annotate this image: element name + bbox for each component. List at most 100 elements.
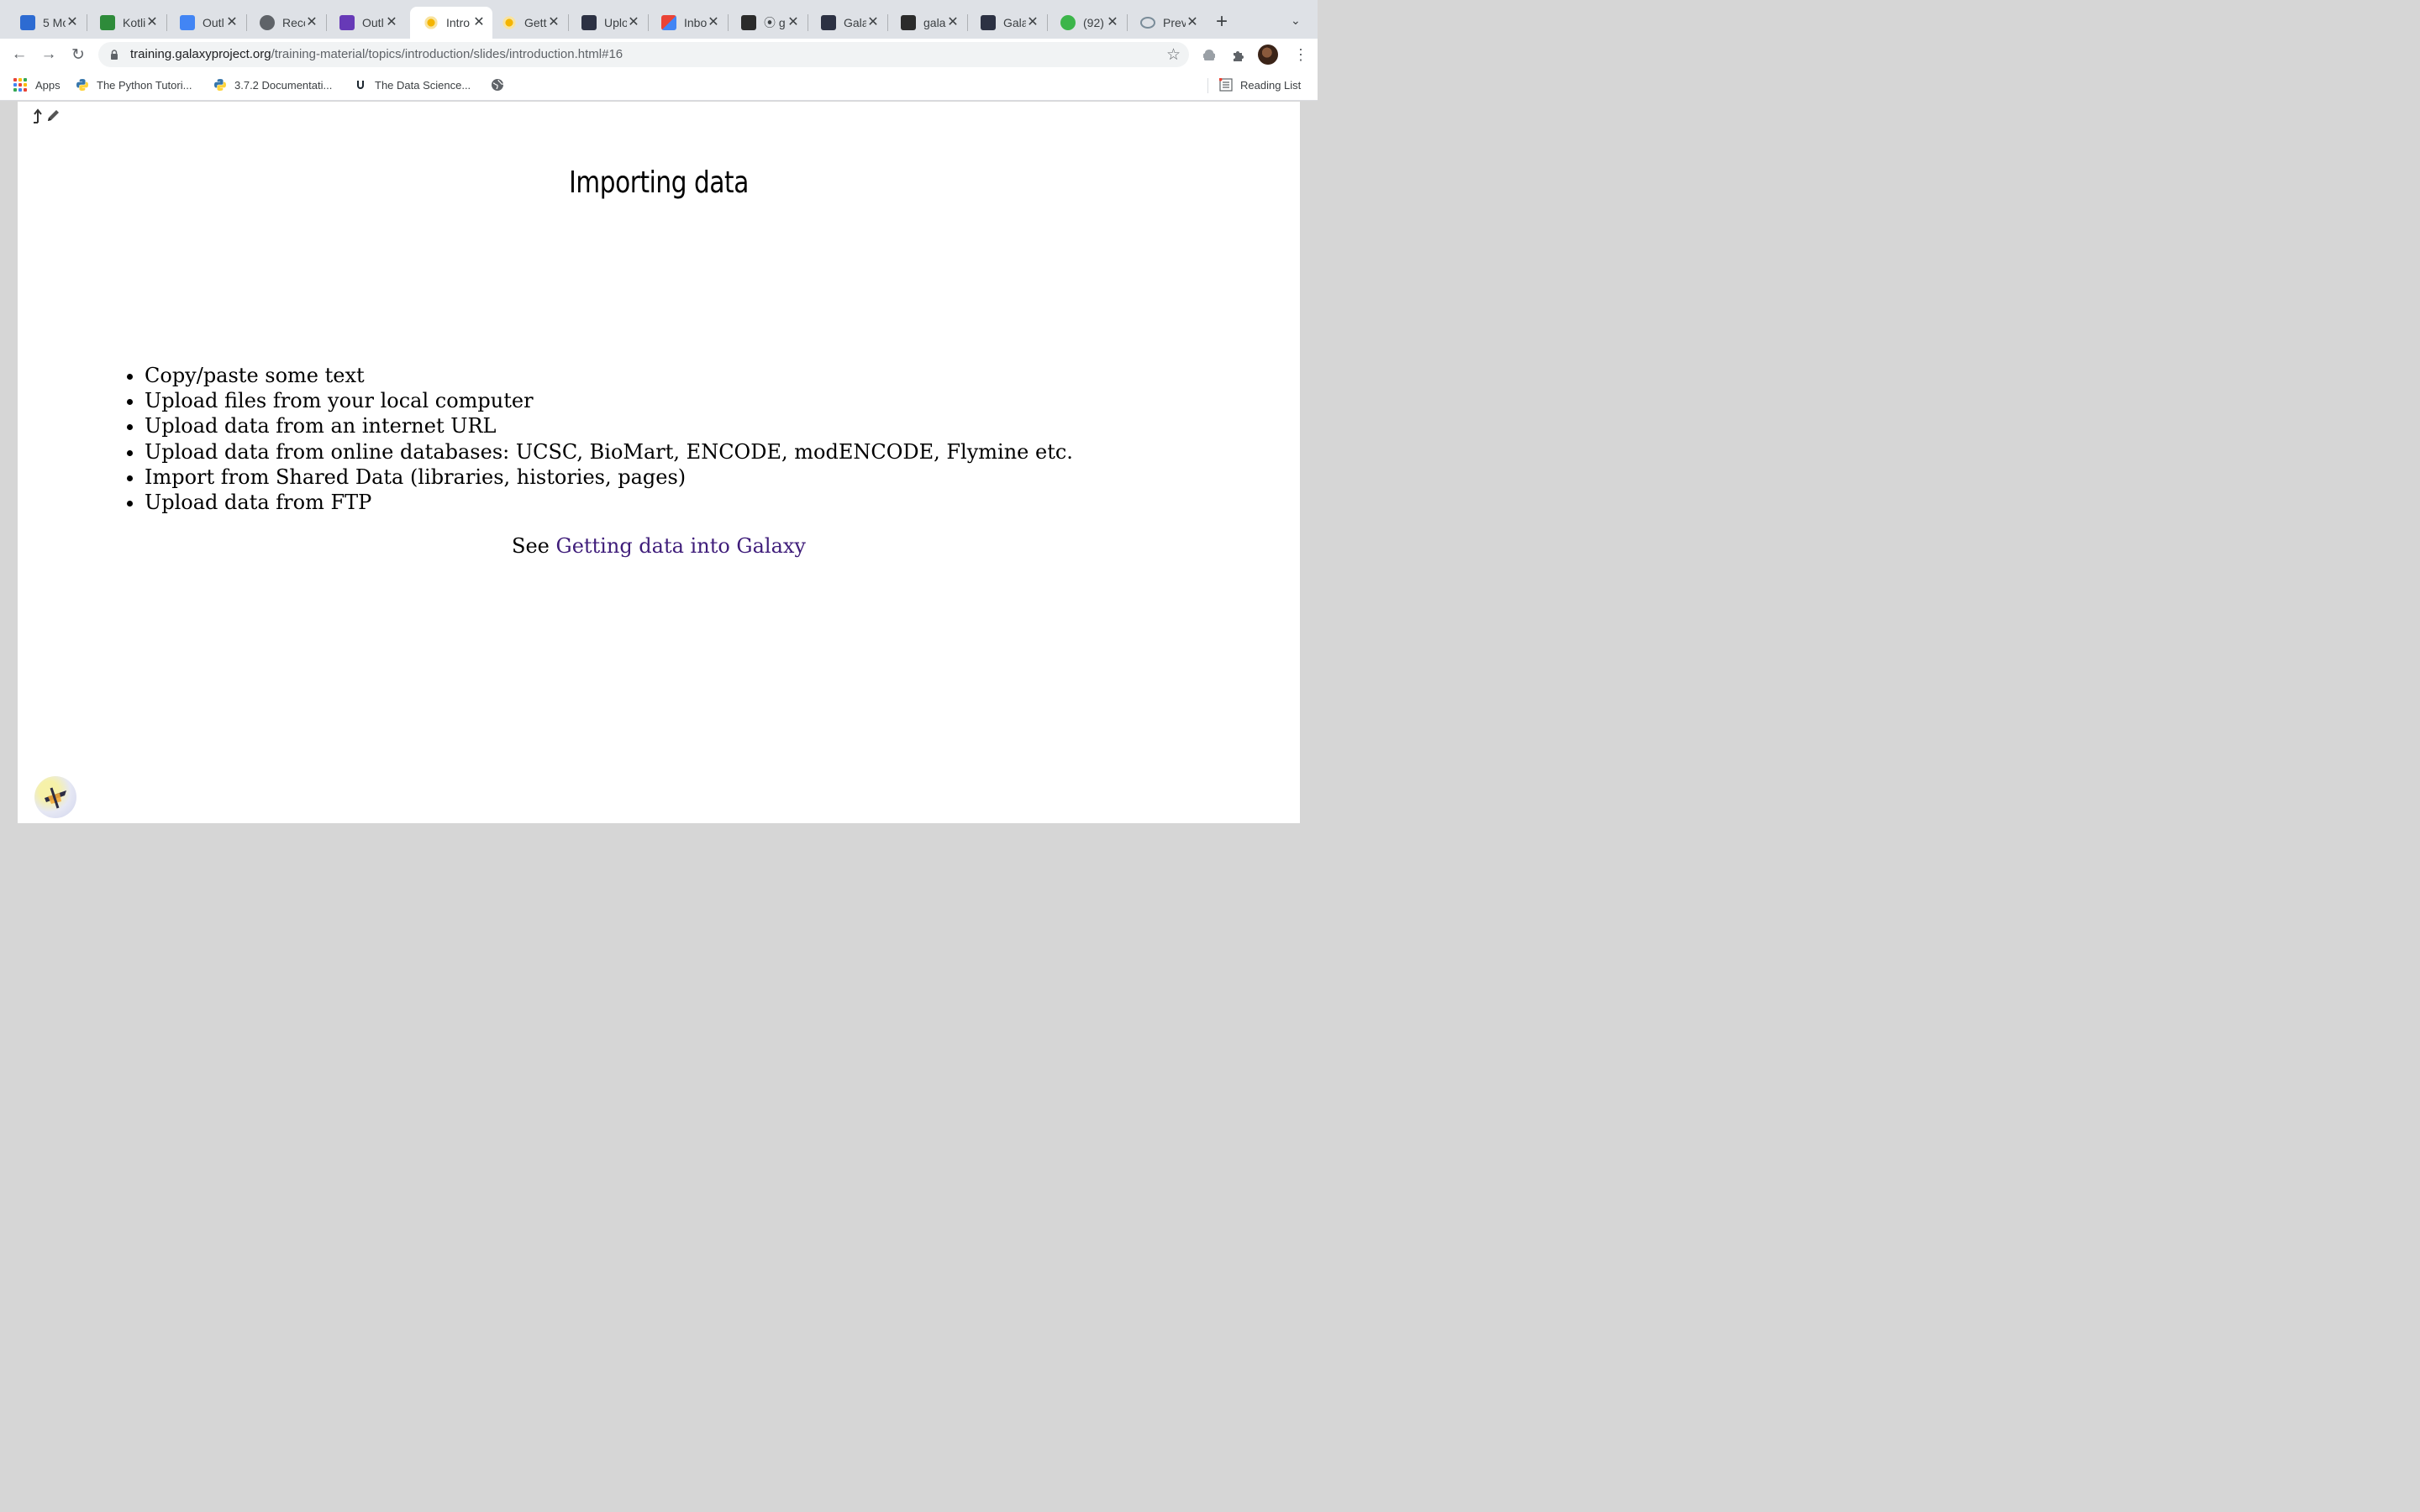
tab-title: Prev (1163, 16, 1186, 29)
url-text[interactable]: training.galaxyproject.org/training-mate… (130, 47, 623, 61)
close-icon[interactable]: ✕ (786, 16, 800, 29)
python-logo-icon (76, 79, 88, 91)
browser-menu-icon[interactable]: ⋮ (1293, 46, 1308, 64)
tab-12[interactable]: gala ✕ (887, 7, 966, 39)
tab-title: Uplo (604, 16, 627, 29)
upload-arrow-icon[interactable] (32, 108, 44, 123)
close-icon[interactable]: ✕ (866, 16, 880, 29)
tab-3[interactable]: Outl ✕ (166, 7, 245, 39)
bookmark-apps-label: Apps (35, 78, 60, 92)
close-icon[interactable]: ✕ (385, 16, 398, 29)
tab-6[interactable]: Intro ✕ (410, 7, 492, 39)
tab-title: Gett (524, 16, 547, 29)
slide-canvas: Importing data Copy/paste some text Uplo… (18, 102, 1300, 823)
tab-8[interactable]: Uplo ✕ (568, 7, 647, 39)
close-icon[interactable]: ✕ (66, 16, 79, 29)
reload-icon[interactable]: ↻ (67, 44, 89, 66)
lock-icon (111, 50, 118, 60)
tab-strip: 5 Mo✕Kotli✕Outl✕Reco✕Outl✕Intro✕Gett✕Upl… (0, 0, 1318, 39)
tab-1[interactable]: 5 Mo✕ (7, 7, 86, 39)
see-also-line: See Getting data into Galaxy (18, 534, 1300, 558)
galaxy-icon (502, 15, 517, 30)
bookmark-python-tutorial[interactable]: The Python Tutori... (76, 78, 192, 92)
udacity-logo-icon (357, 81, 364, 89)
bookmarks-divider (1207, 78, 1208, 93)
tab-title: Inbo (684, 16, 707, 29)
tab-search-chevron-icon[interactable]: ⌄ (1291, 13, 1301, 28)
tab-2[interactable]: Kotli ✕ (87, 7, 166, 39)
apps-dot (18, 88, 22, 92)
bars-icon (741, 15, 756, 30)
close-icon[interactable]: ✕ (1026, 16, 1039, 29)
bookmark-python-docs[interactable]: 3.7.2 Documentati... (213, 78, 332, 92)
back-arrow-icon[interactable]: ← (8, 44, 30, 66)
close-icon[interactable]: ✕ (305, 16, 318, 29)
browser-toolbar: ← → ↻ training.galaxyproject.org/trainin… (0, 39, 1318, 71)
close-icon[interactable]: ✕ (627, 16, 640, 29)
galaxy-hub-icon (981, 15, 996, 30)
slide-title: Importing data (569, 165, 749, 200)
close-icon[interactable]: ✕ (707, 16, 720, 29)
bookmark-label: The Data Science... (375, 78, 471, 92)
close-icon[interactable]: ✕ (225, 16, 239, 29)
galaxy-icon (424, 15, 439, 30)
list-item: Copy/paste some text (145, 363, 1073, 388)
bookmarks-bar: Apps The Python Tutori... 3.7.2 Document… (0, 71, 1318, 101)
url-host: training.galaxyproject.org (130, 47, 271, 61)
reading-list-label: Reading List (1240, 78, 1302, 92)
tab-title: Kotli (123, 16, 145, 29)
address-bar[interactable]: training.galaxyproject.org/training-mate… (98, 42, 1189, 67)
apps-grid-icon (13, 78, 27, 92)
slide-tools (32, 108, 60, 123)
bookmark-label: 3.7.2 Documentati... (234, 78, 333, 92)
list-item: Upload data from FTP (145, 490, 1073, 515)
tab-13[interactable]: Gala ✕ (967, 7, 1046, 39)
galaxy-hub-icon (821, 15, 836, 30)
forward-arrow-icon[interactable]: → (38, 44, 60, 66)
tab-7[interactable]: Gett ✕ (488, 7, 567, 39)
tab-15[interactable]: Prev ✕ (1127, 7, 1206, 39)
close-icon[interactable]: ✕ (1186, 16, 1199, 29)
apps-dot (13, 83, 17, 87)
python-logo-icon (214, 79, 226, 91)
apps-dot (18, 83, 22, 87)
edit-pencil-icon[interactable] (46, 108, 60, 123)
bookmark-data-science[interactable]: The Data Science... (354, 78, 471, 92)
tab-14[interactable]: (92) ✕ (1047, 7, 1126, 39)
tab-4[interactable]: Reco✕ (246, 7, 325, 39)
tab-9[interactable]: Inbo ✕ (648, 7, 727, 39)
tab-5[interactable]: Outl ✕ (326, 7, 405, 39)
close-icon[interactable]: ✕ (946, 16, 960, 29)
reading-list-icon (1219, 78, 1233, 92)
tab-10[interactable]: ⦿ g ✕ (728, 7, 807, 39)
new-tab-button[interactable]: + (1216, 11, 1228, 33)
getting-data-link[interactable]: Getting data into Galaxy (556, 534, 806, 558)
close-icon[interactable]: ✕ (145, 16, 159, 29)
close-icon[interactable]: ✕ (472, 16, 486, 29)
forms-icon (339, 15, 355, 30)
android-extension-icon[interactable] (1202, 48, 1217, 63)
profile-avatar[interactable] (1258, 45, 1278, 65)
bookmark-apps[interactable]: Apps (13, 78, 60, 92)
globe-icon[interactable] (491, 78, 504, 92)
extensions-puzzle-icon[interactable] (1231, 48, 1246, 63)
apps-dot (24, 88, 27, 92)
tab-title: ⦿ g (764, 16, 786, 29)
kotlin-mark-icon (100, 15, 115, 30)
tab-title: gala (923, 16, 946, 29)
apps-dot (13, 88, 17, 92)
bookmark-star-icon[interactable]: ☆ (1166, 45, 1181, 65)
apps-dot (24, 83, 27, 87)
close-icon[interactable]: ✕ (1106, 16, 1119, 29)
tab-11[interactable]: Gala ✕ (808, 7, 886, 39)
tab-title: Gala (1003, 16, 1026, 29)
list-item: Import from Shared Data (libraries, hist… (145, 465, 1073, 490)
badge-92-icon (1060, 15, 1076, 30)
tab-title: (92) (1083, 16, 1104, 29)
reading-list-button[interactable]: Reading List (1219, 78, 1301, 92)
apps-dot (13, 78, 17, 81)
close-icon[interactable]: ✕ (547, 16, 560, 29)
list-item: Upload files from your local computer (145, 388, 1073, 413)
galaxy-training-logo[interactable] (34, 776, 76, 818)
list-item: Upload data from an internet URL (145, 413, 1073, 438)
